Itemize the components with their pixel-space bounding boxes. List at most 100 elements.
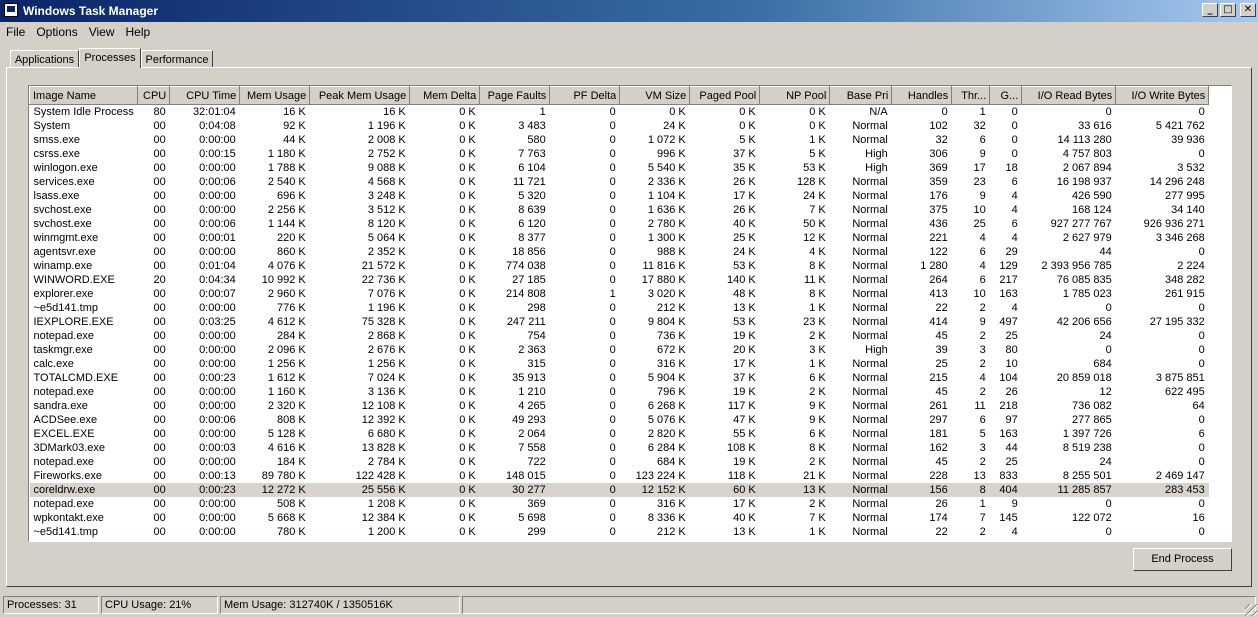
process-row[interactable]: WINWORD.EXE 20 0:04:34 10 992 K 22 736 K 0 K 2… — [30, 273, 1209, 287]
process-row[interactable]: EXCEL.EXE 00 0:00:00 5 128 K 6 680 K 0 K 2 064… — [30, 427, 1209, 441]
tab-processes[interactable]: Processes — [79, 48, 141, 68]
process-row[interactable]: notepad.exe 00 0:00:00 184 K 2 784 K 0 K 722 0 6… — [30, 455, 1209, 469]
process-row[interactable]: services.exe 00 0:00:06 2 540 K 4 568 K 0 K 11… — [30, 175, 1209, 189]
process-row[interactable]: svchost.exe 00 0:00:06 1 144 K 8 120 K 0 K 6 1… — [30, 217, 1209, 231]
process-cell: 39 936 — [1171, 134, 1205, 146]
process-row[interactable]: ~e5d141.tmp 00 0:00:00 776 K1 196 K0 K 298 0 2… — [30, 301, 1209, 315]
menu-file[interactable]: File — [0, 22, 30, 42]
process-cell: 214 808 — [506, 288, 546, 300]
process-cell: 277 995 — [1165, 190, 1205, 202]
process-cell: 5 904 K — [647, 372, 686, 384]
process-cell: 5 128 K — [267, 428, 306, 440]
process-row[interactable]: notepad.exe 00 0:00:00 508 K1 208 K0 K 369 0 3… — [30, 497, 1209, 511]
process-cell: 0 — [1198, 526, 1205, 538]
process-row[interactable]: System 00 0:04:08 92 K 1 196 K 0 K 3 483 0 24 K 0… — [30, 119, 1209, 133]
process-cell: 3 K — [809, 344, 826, 356]
process-row[interactable]: winlogon.exe 00 0:00:00 1 788 K 9 088 K 0 K 6 … — [30, 161, 1209, 175]
process-cell: 00 — [153, 456, 166, 468]
close-button[interactable]: ✕ — [1240, 3, 1256, 17]
process-cell: 20 — [153, 274, 166, 286]
col-mem-usage[interactable]: Mem Usage — [239, 86, 311, 105]
col-np-pool[interactable]: NP Pool — [759, 86, 831, 105]
menu-view[interactable]: View — [83, 22, 120, 42]
process-cell: agentsvr.exe — [33, 246, 96, 258]
process-cell: 7 076 K — [367, 288, 406, 300]
resize-grip[interactable] — [1245, 604, 1257, 616]
process-cell: 21 572 K — [361, 260, 406, 272]
col-mem-delta[interactable]: Mem Delta — [409, 86, 481, 105]
process-cell: 24 K — [733, 246, 756, 258]
process-cell: svchost.exe — [33, 218, 92, 230]
col-vm-size[interactable]: VM Size — [619, 86, 691, 105]
process-cell: lsass.exe — [33, 190, 80, 202]
process-cell: 2 393 956 785 — [1041, 260, 1112, 272]
process-row[interactable]: calc.exe 00 0:00:00 1 256 K 1 256 K 0 K 315 0 31… — [30, 357, 1209, 371]
tab-performance[interactable]: Performance — [141, 50, 213, 67]
process-cell: 215 — [929, 372, 948, 384]
process-row[interactable]: csrss.exe 00 0:00:15 1 180 K2 752 K0 K7 763… — [30, 147, 1209, 161]
col-pf-delta[interactable]: PF Delta — [549, 86, 621, 105]
process-row[interactable]: sandra.exe 00 0:00:00 2 320 K 12 108 K 0 K 4 2… — [30, 399, 1209, 413]
process-row[interactable]: ACDSee.exe 00 0:00:06 808 K 12 392 K0 K 49 29… — [30, 413, 1209, 427]
process-cell: 32 — [973, 120, 986, 132]
process-cell: 16 198 937 — [1056, 176, 1112, 188]
process-row[interactable]: 3DMark03.exe 00 0:00:03 4 616 K 13 828 K0 K7… — [30, 441, 1209, 455]
process-cell: 7 K — [809, 512, 826, 524]
process-cell: 833 — [999, 470, 1018, 482]
tab-applications[interactable]: Applications — [10, 50, 79, 67]
process-cell: 1 — [539, 106, 546, 118]
process-row[interactable]: smss.exe 00 0:00:00 44 K 2 008 K 0 K 580 0 1 072… — [30, 133, 1209, 147]
process-cell: 0 K — [459, 456, 476, 468]
col-cpu-time[interactable]: CPU Time — [169, 86, 241, 105]
process-row[interactable]: winmgmt.exe 00 0:00:01 220 K 5 064 K 0 K 8 377… — [30, 231, 1209, 245]
col-page-faults[interactable]: Page Faults — [479, 86, 551, 105]
end-process-button[interactable]: End Process — [1133, 548, 1232, 571]
col-peak-mem-usage[interactable]: Peak Mem Usage — [309, 86, 411, 105]
process-row[interactable]: coreldrw.exe 00 0:00:23 12 272 K 25 556 K0 K… — [29, 483, 1209, 497]
process-row[interactable]: svchost.exe 00 0:00:00 2 256 K 3 512 K 0 K 8 6… — [30, 203, 1209, 217]
process-cell: TOTALCMD.EXE — [33, 372, 119, 384]
process-row[interactable]: lsass.exe 00 0:00:00 696 K 3 248 K 0 K 5 320 0 1… — [30, 189, 1209, 203]
minimize-button[interactable]: _ — [1202, 3, 1218, 17]
menu-help[interactable]: Help — [120, 22, 156, 42]
process-list[interactable]: Image Name CPU CPU Time Mem Usage Peak M… — [28, 85, 1232, 542]
col-io-read-bytes[interactable]: I/O Read Bytes — [1021, 86, 1117, 105]
process-row[interactable]: taskmgr.exe 00 0:00:00 2 096 K2 676 K0 K2 3… — [30, 343, 1209, 357]
col-handles[interactable]: Handles — [891, 86, 953, 105]
process-cell: 9 — [1011, 498, 1018, 510]
process-row[interactable]: winamp.exe 00 0:01:04 4 076 K 21 572 K 0 K 774… — [30, 259, 1209, 273]
process-row[interactable]: Fireworks.exe 00 0:00:13 89 780 K 122 428 K 0… — [30, 469, 1209, 483]
col-gdi[interactable]: G... — [989, 86, 1023, 105]
process-cell: 247 211 — [506, 316, 546, 328]
process-row[interactable]: wpkontakt.exe 00 0:00:00 5 668 K 12 384 K 0 K… — [30, 511, 1209, 525]
process-cell: 108 K — [727, 442, 756, 454]
process-cell: EXCEL.EXE — [33, 428, 95, 440]
process-cell: 45 — [935, 386, 948, 398]
process-row[interactable]: notepad.exe 00 0:00:00 1 160 K 3 136 K 0 K 1 2… — [30, 385, 1209, 399]
process-cell: 22 — [935, 302, 948, 314]
process-row[interactable]: agentsvr.exe 00 0:00:00 860 K2 352 K0 K 18 8… — [30, 245, 1209, 259]
process-row[interactable]: TOTALCMD.EXE 00 0:00:23 1 612 K 7 024 K 0 K 35… — [30, 371, 1209, 385]
title-bar[interactable]: Windows Task Manager _ □ ✕ — [0, 0, 1258, 22]
col-base-pri[interactable]: Base Pri — [829, 86, 893, 105]
process-cell: 2 320 K — [267, 400, 306, 412]
process-cell: 14 296 248 — [1149, 176, 1205, 188]
col-io-write-bytes[interactable]: I/O Write Bytes — [1115, 86, 1210, 105]
process-row[interactable]: notepad.exe 00 0:00:00 284 K 2 868 K 0 K 754 0 7… — [30, 329, 1209, 343]
process-cell: 19 K — [733, 456, 756, 468]
process-cell: 3 020 K — [647, 288, 686, 300]
col-image-name[interactable]: Image Name — [29, 86, 139, 105]
process-row[interactable]: IEXPLORE.EXE 00 0:03:25 4 612 K 75 328 K 0 K 2… — [30, 315, 1209, 329]
col-paged-pool[interactable]: Paged Pool — [689, 86, 761, 105]
col-threads[interactable]: Thr... — [951, 86, 991, 105]
process-row[interactable]: System Idle Process 80 32:01:04 16 K 16 K 0 K… — [30, 105, 1209, 120]
process-row[interactable]: explorer.exe 00 0:00:07 2 960 K 7 076 K 0 K 21… — [30, 287, 1209, 301]
maximize-button[interactable]: □ — [1220, 3, 1236, 17]
menu-options[interactable]: Options — [30, 22, 82, 42]
process-cell: 0:00:00 — [199, 428, 236, 440]
process-row[interactable]: ~e5d141.tmp 00 0:00:00 780 K1 200 K0 K 299 0 2… — [30, 525, 1209, 539]
process-cell: 34 140 — [1171, 204, 1205, 216]
process-cell: 0:00:00 — [199, 246, 236, 258]
col-cpu[interactable]: CPU — [137, 86, 171, 105]
process-cell: 780 K — [277, 526, 306, 538]
